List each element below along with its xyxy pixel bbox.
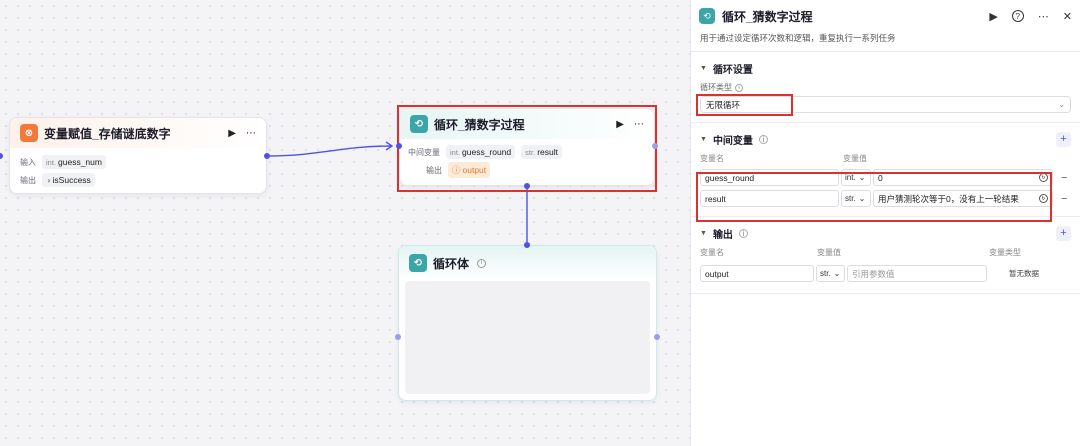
loop-body-area[interactable] xyxy=(405,281,650,394)
assign-icon: ⊗ xyxy=(20,124,38,142)
assign-input-label: 输入 xyxy=(20,157,36,167)
loop-node-highlight xyxy=(397,105,657,192)
add-output-button[interactable]: + xyxy=(1056,225,1071,241)
chevron-down-icon: ▼ xyxy=(700,64,707,72)
info-icon: i xyxy=(735,83,743,92)
info-icon: i xyxy=(477,258,487,268)
loop-body-right-port[interactable] xyxy=(654,334,660,340)
toggle-icon: ◑ xyxy=(46,175,51,185)
node-settings-panel: ⟲ 循环_猜数字过程 ▶ ? ⋯ ✕ 用于通过设定循环次数和逻辑，重复执行一系列… xyxy=(690,0,1080,446)
loop-body-top-port[interactable] xyxy=(524,242,530,248)
panel-description: 用于通过设定循环次数和逻辑，重复执行一系列任务 xyxy=(700,33,896,43)
assign-out-port[interactable] xyxy=(264,153,270,159)
add-variable-button[interactable]: + xyxy=(1056,131,1071,147)
assign-node-title: 变量赋值_存储谜底数字 xyxy=(44,126,171,141)
chevron-down-icon: ⌄ xyxy=(833,269,841,278)
close-icon[interactable]: ✕ xyxy=(1063,10,1072,23)
loop-bottom-port[interactable] xyxy=(524,183,530,189)
intermediate-vars-highlight xyxy=(696,172,1052,222)
loop-type-highlight xyxy=(696,94,793,116)
workflow-canvas[interactable]: ⊗ 变量赋值_存储谜底数字 ▶ ⋯ 输入 int. guess_num 输出 ◑ i… xyxy=(0,0,690,446)
loop-out-port[interactable] xyxy=(652,143,658,149)
loop-settings-header[interactable]: ▼ 循环设置 xyxy=(700,60,1071,76)
chevron-down-icon: ▼ xyxy=(700,135,707,143)
loop-icon: ⟲ xyxy=(409,254,427,272)
assign-output-tag: ◑ isSuccess xyxy=(42,173,95,187)
help-icon[interactable]: ? xyxy=(1011,10,1024,22)
info-icon: i xyxy=(758,134,768,144)
output-row: output str. ⌄ 引用参数值 暂无数据 xyxy=(700,265,1071,282)
loop-body-header: ⟲ 循环体 i xyxy=(399,246,656,280)
assign-node-header: ⊗ 变量赋值_存储谜底数字 ▶ ⋯ xyxy=(10,118,266,148)
loop-body-left-port[interactable] xyxy=(395,334,401,340)
assign-output-label: 输出 xyxy=(20,175,36,185)
output-name-input[interactable]: output xyxy=(700,265,814,282)
panel-header: ⟲ 循环_猜数字过程 ▶ ? ⋯ ✕ xyxy=(691,0,1080,32)
output-header[interactable]: ▼ 输出 i + xyxy=(700,225,1071,241)
output-var-type: 暂无数据 xyxy=(1009,269,1039,278)
more-icon[interactable]: ⋯ xyxy=(246,128,256,139)
output-column-headers: 变量名 变量值 变量类型 xyxy=(700,248,1021,257)
assign-input-tag: int. guess_num xyxy=(42,155,106,169)
output-section: ▼ 输出 i + 变量名 变量值 变量类型 output str. ⌄ 引用参数值… xyxy=(691,217,1080,282)
play-icon[interactable]: ▶ xyxy=(989,10,997,23)
output-type-select[interactable]: str. ⌄ xyxy=(816,265,845,282)
assign-node[interactable]: ⊗ 变量赋值_存储谜底数字 ▶ ⋯ 输入 int. guess_num 输出 ◑ i… xyxy=(9,117,267,194)
panel-title: 循环_猜数字过程 xyxy=(722,9,813,24)
chevron-down-icon: ⌄ xyxy=(1058,100,1065,109)
chevron-down-icon: ▼ xyxy=(700,229,707,237)
intermediate-column-headers: 变量名 变量值 xyxy=(700,154,867,163)
play-icon[interactable]: ▶ xyxy=(228,128,236,139)
output-value-input[interactable]: 引用参数值 xyxy=(847,265,987,282)
edge-assign-to-loop xyxy=(266,145,393,157)
intermediate-header[interactable]: ▼ 中间变量 i + xyxy=(700,131,1071,147)
loop-body-title: 循环体 xyxy=(433,256,470,271)
info-icon: i xyxy=(738,228,748,238)
loop-icon: ⟲ xyxy=(699,8,715,24)
remove-variable-button[interactable]: − xyxy=(1061,193,1067,205)
loop-in-port[interactable] xyxy=(396,143,402,149)
loop-body-node[interactable]: ⟲ 循环体 i xyxy=(398,245,657,401)
more-icon[interactable]: ⋯ xyxy=(1038,10,1049,23)
loop-type-label: 循环类型 i xyxy=(700,82,1071,93)
remove-variable-button[interactable]: − xyxy=(1061,172,1067,184)
